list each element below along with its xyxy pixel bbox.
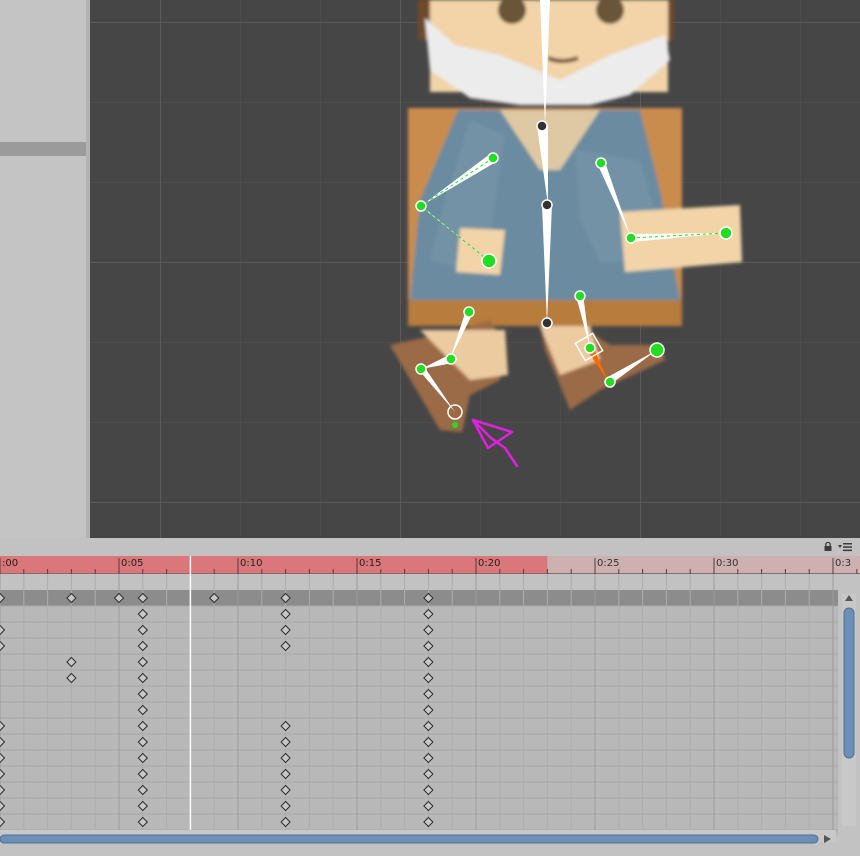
lock-icon[interactable]: [824, 542, 832, 551]
joint-right-knee[interactable]: [584, 342, 596, 354]
hierarchy-panel: [0, 0, 87, 538]
joint-hip[interactable]: [541, 317, 553, 329]
joint-right-hip[interactable]: [574, 290, 586, 302]
joint-left-knee[interactable]: [445, 353, 457, 365]
joint-left-shoulder[interactable]: [487, 152, 499, 164]
animation-toolbar: [0, 538, 860, 556]
joint-left-ankle[interactable]: [415, 363, 427, 375]
ruler-border: [0, 573, 860, 574]
ruler-label: 0:10: [240, 558, 263, 569]
clip-range: [0, 556, 548, 574]
horizontal-scroll-thumb[interactable]: [0, 834, 819, 844]
ruler-label: 0:30: [716, 558, 739, 569]
joint-left-toe-tip[interactable]: [452, 422, 458, 428]
ruler-label: 0:3: [835, 558, 852, 569]
scene-view[interactable]: [90, 0, 860, 538]
joint-right-elbow[interactable]: [625, 232, 637, 244]
joint-chest[interactable]: [541, 199, 553, 211]
annotation-arrow: [471, 418, 519, 468]
track-area[interactable]: [0, 606, 838, 836]
ruler-label: 0:15: [359, 558, 382, 569]
vertical-scroll-thumb[interactable]: [843, 607, 855, 759]
joint-right-toe[interactable]: [649, 342, 665, 358]
ruler-label: 0:05: [121, 558, 144, 569]
joint-neck[interactable]: [536, 120, 548, 132]
horizontal-scrollbar[interactable]: [0, 830, 836, 844]
summary-row[interactable]: [0, 590, 838, 606]
menu-icon[interactable]: [838, 542, 852, 552]
ruler-label: 0:20: [478, 558, 501, 569]
scroll-up-arrow[interactable]: [845, 595, 853, 601]
joint-left-hand[interactable]: [481, 253, 497, 269]
selected-row[interactable]: [0, 142, 86, 156]
joint-right-shoulder[interactable]: [595, 157, 607, 169]
vertical-scrollbar[interactable]: [842, 594, 856, 826]
dopesheet[interactable]: [0, 556, 860, 856]
animation-window: :00 0:05 0:10 0:15 0:20 0:25 0:30 0:3: [0, 538, 860, 856]
ruler-label: 0:25: [597, 558, 620, 569]
character-sprite[interactable]: [390, 0, 742, 432]
scroll-right-arrow[interactable]: [824, 835, 831, 843]
joint-right-ankle[interactable]: [604, 376, 616, 388]
character-rig-svg[interactable]: [90, 0, 860, 538]
joint-right-hand[interactable]: [719, 226, 733, 240]
joint-left-hip[interactable]: [463, 306, 475, 318]
joint-left-elbow[interactable]: [415, 200, 427, 212]
ruler-label: :00: [2, 558, 19, 569]
